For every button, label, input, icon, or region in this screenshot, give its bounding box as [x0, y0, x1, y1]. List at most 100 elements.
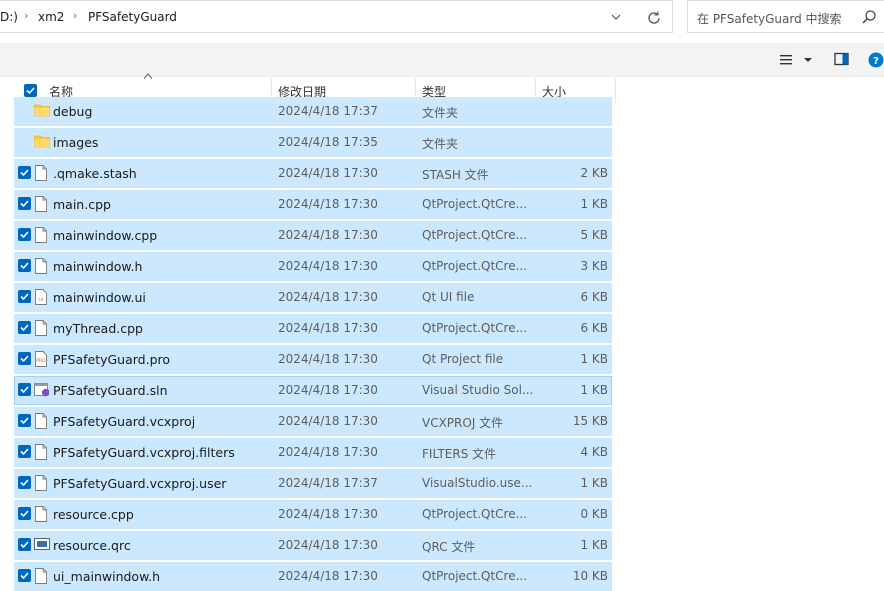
file-name[interactable]: mainwindow.ui — [53, 290, 146, 305]
view-options-icon[interactable] — [779, 54, 795, 66]
row-checkbox[interactable] — [18, 166, 31, 179]
row-checkbox[interactable] — [18, 383, 31, 396]
file-date: 2024/4/18 17:35 — [278, 135, 378, 149]
file-name[interactable]: PFSafetyGuard.vcxproj — [53, 414, 195, 429]
file-row[interactable]: main.cpp 2024/4/18 17:30 QtProject.QtCre..… — [14, 190, 612, 219]
file-row[interactable]: myThread.cpp 2024/4/18 17:30 QtProject.QtC… — [14, 314, 612, 343]
file-type: QtProject.QtCre... — [422, 197, 528, 211]
file-name[interactable]: myThread.cpp — [53, 321, 143, 336]
file-size: 6 KB — [580, 290, 608, 304]
file-type: VCXPROJ 文件 — [422, 416, 504, 430]
row-checkbox[interactable] — [18, 197, 31, 210]
file-row[interactable]: ui_mainwindow.h 2024/4/18 17:30 QtProject.… — [14, 562, 612, 591]
row-checkbox[interactable] — [18, 507, 31, 520]
file-row[interactable]: PFSafetyGuard.vcxproj.user 2024/4/18 17:3… — [14, 469, 612, 498]
file-name[interactable]: PFSafetyGuard.sln — [53, 383, 168, 398]
file-date: 2024/4/18 17:30 — [278, 228, 378, 242]
file-type: Qt Project file — [422, 352, 504, 366]
row-checkbox[interactable] — [18, 445, 31, 458]
file-type: QRC 文件 — [422, 540, 476, 554]
file-date: 2024/4/18 17:30 — [278, 197, 378, 211]
details-pane-icon[interactable] — [834, 52, 850, 67]
file-type: QtProject.QtCre... — [422, 228, 528, 242]
file-name[interactable]: ui_mainwindow.h — [53, 569, 160, 584]
file-icon — [34, 258, 48, 274]
row-checkbox[interactable] — [18, 476, 31, 489]
file-row[interactable]: debug 2024/4/18 17:37 文件夹 — [14, 97, 612, 126]
file-row[interactable]: PFSafetyGuard.vcxproj 2024/4/18 17:30 VCXP… — [14, 407, 612, 436]
file-type: QtProject.QtCre... — [422, 259, 528, 273]
chevron-down-icon[interactable] — [803, 56, 813, 64]
file-size: 10 KB — [572, 569, 608, 583]
file-date: 2024/4/18 17:30 — [278, 259, 378, 273]
file-type: Qt UI file — [422, 290, 475, 304]
file-name[interactable]: PFSafetyGuard.pro — [53, 352, 170, 367]
file-row[interactable]: ui mainwindow.ui 2024/4/18 17:30 Qt UI file… — [14, 283, 612, 312]
file-row[interactable]: images 2024/4/18 17:35 文件夹 — [14, 128, 612, 157]
pro-file-icon: PRO — [34, 351, 48, 367]
row-checkbox[interactable] — [18, 259, 31, 272]
file-type: QtProject.QtCre... — [422, 507, 528, 521]
file-row[interactable]: mainwindow.cpp 2024/4/18 17:30 QtProject.Q… — [14, 221, 612, 250]
file-size: 1 KB — [580, 383, 608, 397]
file-type: FILTERS 文件 — [422, 447, 497, 461]
row-checkbox[interactable] — [18, 228, 31, 241]
row-checkbox[interactable] — [18, 538, 31, 551]
ui-file-icon: ui — [34, 289, 48, 305]
file-row[interactable]: mainwindow.h 2024/4/18 17:30 QtProject.QtC… — [14, 252, 612, 281]
file-row[interactable]: resource.cpp 2024/4/18 17:30 QtProject.QtC… — [14, 500, 612, 529]
file-type: VisualStudio.use... — [422, 476, 533, 490]
search-box[interactable]: 在 PFSafetyGuard 中搜索 — [687, 0, 884, 33]
row-checkbox[interactable] — [18, 290, 31, 303]
file-name[interactable]: PFSafetyGuard.vcxproj.user — [53, 476, 226, 491]
folder-icon — [34, 103, 50, 119]
row-checkbox[interactable] — [18, 569, 31, 582]
search-input[interactable]: 在 PFSafetyGuard 中搜索 — [697, 10, 842, 27]
row-checkbox[interactable] — [18, 321, 31, 334]
file-date: 2024/4/18 17:30 — [278, 166, 378, 180]
file-name[interactable]: resource.cpp — [53, 507, 134, 522]
file-row[interactable]: .qmake.stash 2024/4/18 17:30 STASH 文件 2 KB — [14, 159, 612, 188]
svg-text:PRO: PRO — [36, 358, 46, 364]
file-name[interactable]: .qmake.stash — [53, 166, 137, 181]
file-size: 1 KB — [580, 476, 608, 490]
file-date: 2024/4/18 17:37 — [278, 476, 378, 490]
row-checkbox[interactable] — [18, 352, 31, 365]
file-name[interactable]: mainwindow.h — [53, 259, 142, 274]
file-size: 5 KB — [580, 228, 608, 242]
file-date: 2024/4/18 17:30 — [278, 383, 378, 397]
file-row[interactable]: PFSafetyGuard.vcxproj.filters 2024/4/18 1… — [14, 438, 612, 467]
file-date: 2024/4/18 17:30 — [278, 507, 378, 521]
file-icon — [34, 196, 48, 212]
file-type: STASH 文件 — [422, 168, 489, 182]
file-row[interactable]: PRO PFSafetyGuard.pro 2024/4/18 17:30 Qt Pr… — [14, 345, 612, 374]
search-icon[interactable] — [861, 9, 877, 25]
file-icon — [34, 475, 48, 491]
file-name[interactable]: images — [53, 135, 98, 150]
file-icon — [34, 413, 48, 429]
file-date: 2024/4/18 17:30 — [278, 290, 378, 304]
help-icon[interactable]: ? — [868, 52, 884, 68]
file-icon — [34, 320, 48, 336]
file-size: 2 KB — [580, 166, 608, 180]
file-size: 3 KB — [580, 259, 608, 273]
file-row[interactable]: PFSafetyGuard.sln 2024/4/18 17:30 Visual S… — [14, 376, 612, 405]
file-type: 文件夹 — [422, 137, 459, 151]
file-size: 15 KB — [572, 414, 608, 428]
file-row[interactable]: resource.qrc 2024/4/18 17:30 QRC 文件 1 KB — [14, 531, 612, 560]
file-type: QtProject.QtCre... — [422, 569, 528, 583]
file-name[interactable]: main.cpp — [53, 197, 111, 212]
file-size: 6 KB — [580, 321, 608, 335]
file-name[interactable]: mainwindow.cpp — [53, 228, 157, 243]
file-date: 2024/4/18 17:37 — [278, 104, 378, 118]
refresh-icon[interactable] — [645, 9, 663, 27]
row-checkbox[interactable] — [18, 414, 31, 427]
file-name[interactable]: resource.qrc — [53, 538, 131, 553]
file-name[interactable]: debug — [53, 104, 92, 119]
file-date: 2024/4/18 17:30 — [278, 538, 378, 552]
file-name[interactable]: PFSafetyGuard.vcxproj.filters — [53, 445, 235, 460]
file-size: 4 KB — [580, 445, 608, 459]
visual-studio-icon — [34, 382, 49, 398]
qrc-file-icon — [34, 537, 50, 553]
file-date: 2024/4/18 17:30 — [278, 352, 378, 366]
